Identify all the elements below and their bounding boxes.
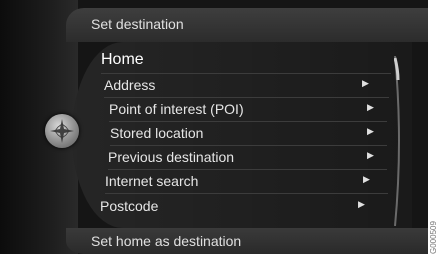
menu-item-label: Stored location <box>110 125 204 141</box>
image-code: G000509 <box>429 221 438 254</box>
menu-item-postcode[interactable]: Postcode ▶ <box>100 194 388 218</box>
menu-item-previous-destination[interactable]: Previous destination ▶ <box>108 145 387 170</box>
menu-item-label: Internet search <box>105 173 199 189</box>
menu-item-stored-location[interactable]: Stored location ▶ <box>110 121 387 146</box>
menu-item-label: Postcode <box>100 198 159 214</box>
menu-item-internet-search[interactable]: Internet search ▶ <box>105 169 388 194</box>
footer-bar: Set home as destination <box>66 228 428 254</box>
page-title: Set destination <box>91 16 184 32</box>
triangle-right-icon: ▶ <box>367 102 374 112</box>
menu-item-label: Address <box>104 77 156 93</box>
triangle-right-icon: ▶ <box>367 126 374 136</box>
scroll-indicator[interactable] <box>394 56 404 226</box>
menu-item-address[interactable]: Address ▶ <box>104 73 389 98</box>
footer-hint: Set home as destination <box>91 233 242 249</box>
triangle-right-icon: ▶ <box>362 78 369 88</box>
compass-rose-icon <box>45 114 79 148</box>
triangle-right-icon: ▶ <box>363 174 370 184</box>
triangle-right-icon: ▶ <box>358 199 365 209</box>
menu-item-poi[interactable]: Point of interest (POI) ▶ <box>109 97 387 122</box>
menu-item-label: Point of interest (POI) <box>109 101 244 117</box>
header-bar: Set destination <box>66 8 428 42</box>
menu-item-label: Home <box>101 51 144 68</box>
menu-item-home[interactable]: Home <box>101 49 391 74</box>
triangle-right-icon: ▶ <box>367 150 374 160</box>
menu-item-label: Previous destination <box>108 149 235 165</box>
navigation-screen: Set destination Home Address ▶ Point of … <box>0 0 428 254</box>
